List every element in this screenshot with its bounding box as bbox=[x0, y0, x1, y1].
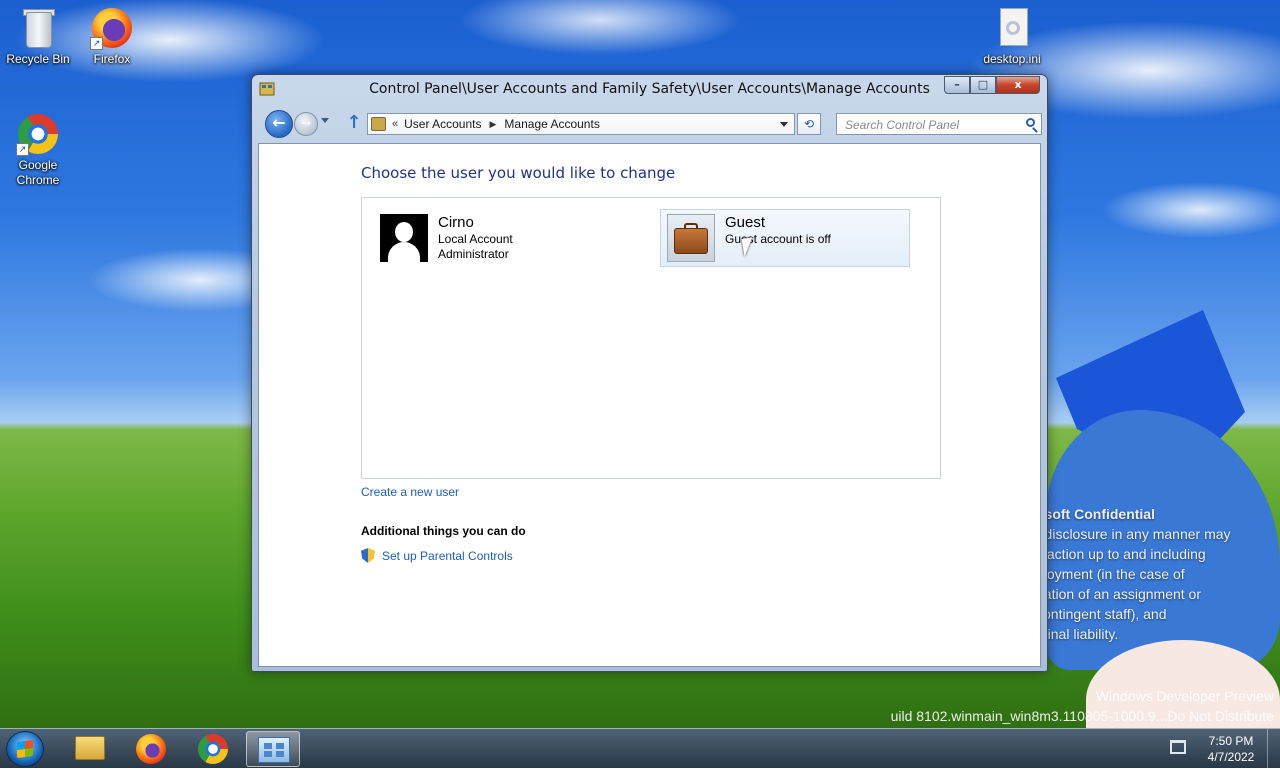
show-desktop-button[interactable] bbox=[1267, 729, 1280, 769]
briefcase-icon bbox=[667, 214, 715, 262]
user-avatar-icon bbox=[380, 214, 428, 262]
recycle-bin-icon bbox=[16, 6, 60, 50]
build-line: uild 8102.winmain_win8m3.110805-1000.9..… bbox=[890, 708, 1274, 724]
windows-logo-icon bbox=[17, 739, 33, 759]
page-title: Choose the user you would like to change bbox=[361, 164, 676, 182]
search-input[interactable] bbox=[843, 115, 1027, 135]
confidential-watermark: osoft Confidential r disclosure in any m… bbox=[1036, 504, 1276, 644]
network-icon[interactable] bbox=[1170, 740, 1186, 754]
desktop-icon-label: Recycle Bin bbox=[6, 52, 70, 66]
build-watermark: Windows Developer Preview uild 8102.winm… bbox=[891, 686, 1274, 726]
forward-button[interactable]: → bbox=[294, 112, 318, 136]
refresh-button[interactable]: ⟲ bbox=[797, 113, 821, 135]
desktop-icon-label: Google Chrome bbox=[16, 158, 60, 187]
shield-icon bbox=[361, 548, 375, 563]
title-bar[interactable]: Control Panel\User Accounts and Family S… bbox=[252, 75, 1047, 105]
taskbar-chrome-button[interactable] bbox=[186, 731, 240, 767]
watermark-title: osoft Confidential bbox=[1036, 506, 1155, 522]
maximize-button[interactable]: □ bbox=[970, 76, 996, 94]
breadcrumb-overflow[interactable]: « bbox=[392, 118, 398, 130]
clock-date: 4/7/2022 bbox=[1207, 750, 1255, 764]
user-name: Guest bbox=[725, 214, 766, 231]
clock-time: 7:50 PM bbox=[1208, 734, 1254, 748]
watermark-line: y action up to and including bbox=[1036, 546, 1206, 562]
up-button[interactable]: ↑ bbox=[345, 113, 363, 133]
recent-pages-dropdown-icon[interactable] bbox=[321, 118, 329, 123]
user-list: Cirno Local Account Administrator Guest … bbox=[361, 197, 941, 479]
breadcrumb-manage-accounts[interactable]: Manage Accounts bbox=[504, 117, 599, 131]
control-panel-icon bbox=[371, 117, 386, 131]
desktop-icon-recycle-bin[interactable]: Recycle Bin bbox=[0, 6, 76, 67]
chevron-right-icon[interactable]: ▶ bbox=[490, 119, 497, 130]
watermark-line: contingent staff), and bbox=[1036, 606, 1167, 622]
chevron-down-icon[interactable] bbox=[780, 122, 788, 127]
navigation-bar: ← → ↑ « User Accounts ▶ Manage Accounts … bbox=[252, 108, 1047, 138]
desktop-icon-label: Firefox bbox=[93, 52, 131, 66]
desktop-icon-google-chrome[interactable]: ↗ Google Chrome bbox=[0, 112, 76, 188]
user-account-type: Local Account bbox=[438, 232, 513, 246]
taskbar-explorer-button[interactable] bbox=[62, 731, 116, 767]
firefox-icon: ↗ bbox=[90, 6, 134, 50]
desktop-icon-firefox[interactable]: ↗ Firefox bbox=[74, 6, 150, 67]
parental-controls-label: Set up Parental Controls bbox=[382, 548, 513, 563]
search-icon[interactable] bbox=[1026, 118, 1035, 127]
taskbar-control-panel-button[interactable] bbox=[246, 731, 300, 767]
control-panel-icon bbox=[258, 737, 290, 763]
breadcrumb-user-accounts[interactable]: User Accounts bbox=[404, 117, 481, 131]
create-new-user-link[interactable]: Create a new user bbox=[361, 485, 459, 499]
settings-file-icon bbox=[990, 6, 1034, 50]
build-line: Windows Developer Preview bbox=[1095, 688, 1274, 704]
firefox-icon bbox=[136, 734, 166, 764]
desktop-icon-label: desktop.ini bbox=[983, 52, 1041, 66]
system-clock[interactable]: 7:50 PM 4/7/2022 bbox=[1198, 733, 1264, 765]
watermark-line: ployment (in the case of bbox=[1036, 566, 1185, 582]
taskbar: 7:50 PM 4/7/2022 bbox=[0, 728, 1280, 769]
chrome-icon: ↗ bbox=[16, 112, 60, 156]
main-content: Choose the user you would like to change… bbox=[258, 143, 1041, 667]
user-tile-guest[interactable]: Guest Guest account is off bbox=[660, 209, 910, 267]
user-role: Administrator bbox=[438, 247, 509, 261]
taskbar-firefox-button[interactable] bbox=[124, 731, 178, 767]
desktop-icon-desktop-ini[interactable]: desktop.ini bbox=[974, 6, 1050, 67]
control-panel-window: Control Panel\User Accounts and Family S… bbox=[251, 74, 1048, 672]
user-name: Cirno bbox=[438, 214, 474, 231]
chrome-icon bbox=[198, 734, 228, 764]
start-button[interactable] bbox=[6, 731, 44, 767]
user-tile-cirno[interactable]: Cirno Local Account Administrator bbox=[380, 214, 630, 266]
address-bar[interactable]: « User Accounts ▶ Manage Accounts bbox=[367, 113, 795, 135]
back-button[interactable]: ← bbox=[265, 110, 293, 138]
watermark-line: r disclosure in any manner may bbox=[1036, 526, 1231, 542]
folder-icon bbox=[75, 736, 105, 760]
search-box[interactable] bbox=[836, 113, 1042, 135]
watermark-line: minal liability. bbox=[1036, 626, 1119, 642]
minimize-button[interactable]: – bbox=[944, 76, 970, 94]
window-title: Control Panel\User Accounts and Family S… bbox=[369, 81, 930, 97]
additional-tasks-heading: Additional things you can do bbox=[361, 524, 526, 538]
parental-controls-link[interactable]: Set up Parental Controls bbox=[361, 548, 513, 563]
watermark-line: nation of an assignment or bbox=[1036, 586, 1201, 602]
close-button[interactable]: x bbox=[996, 76, 1040, 94]
